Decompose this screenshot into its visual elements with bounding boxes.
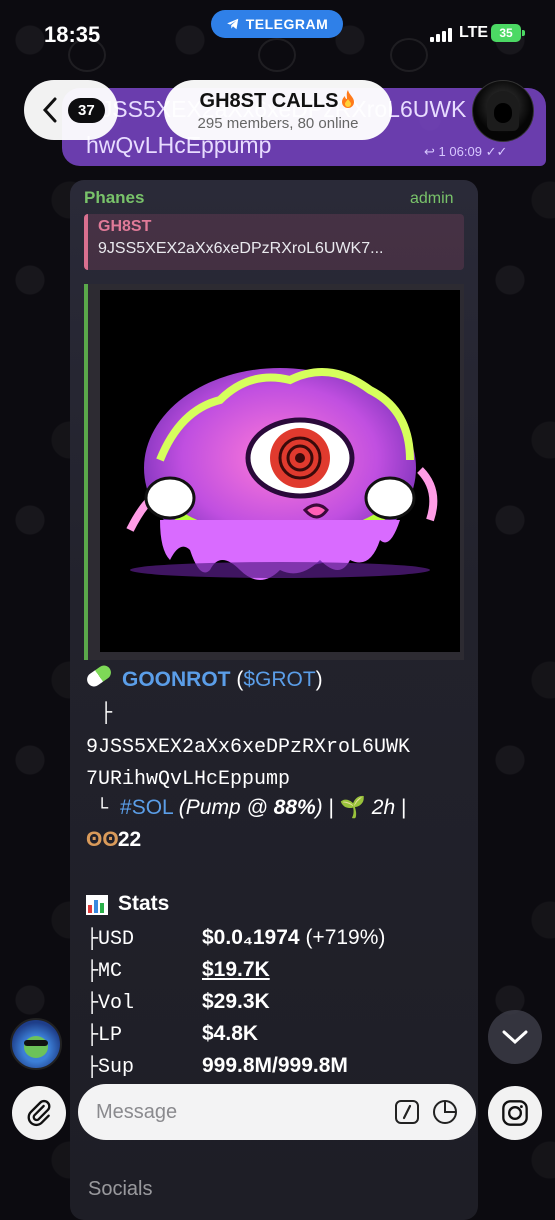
admin-badge: admin: [410, 190, 454, 207]
chat-header[interactable]: GH8ST CALLS 295 members, 80 online: [164, 80, 392, 140]
camera-icon: [502, 1100, 528, 1126]
seedling-icon: 🌱: [339, 796, 366, 819]
sender-name[interactable]: Phanes: [84, 188, 144, 208]
network-type: LTE: [459, 24, 489, 41]
token-image-preview[interactable]: [84, 284, 464, 660]
token-name-link[interactable]: GOONROT: [122, 668, 231, 691]
status-bar: 18:35 TELEGRAM LTE 35: [0, 0, 555, 72]
faded-header-icon: [258, 38, 296, 72]
scroll-to-bottom-button[interactable]: [488, 1010, 542, 1064]
chat-title-text: GH8ST CALLS: [199, 90, 339, 112]
stats-heading: Stats: [86, 892, 169, 916]
app-pill-label: TELEGRAM: [245, 16, 329, 32]
attach-button[interactable]: [12, 1086, 66, 1140]
stat-value: 999.8M/999.8M: [202, 1054, 348, 1077]
reply-quote[interactable]: GH8ST 9JSS5XEX2aXx6xeDPzRXroL6UWK7...: [84, 214, 464, 270]
bar-chart-icon: [86, 895, 108, 915]
contract-address-line1[interactable]: 9JSS5XEX2aXx6xeDPzRXroL6UWK: [86, 736, 410, 759]
eyes-icon: ʘʘ: [86, 828, 119, 851]
view-count: 22: [117, 828, 142, 851]
battery-icon: 35: [491, 24, 521, 42]
message-field[interactable]: [78, 1084, 476, 1140]
stat-key: ├Vol: [86, 992, 135, 1015]
pump-percent: 88%: [273, 796, 316, 819]
socials-heading: Socials: [88, 1178, 153, 1200]
signal-icon: [430, 28, 452, 42]
battery-tip: [522, 30, 525, 36]
token-age: 2h: [371, 796, 396, 819]
reply-arrow-icon: ↩: [424, 144, 435, 159]
stat-row-lp: ├LP $4.8K: [86, 1022, 258, 1047]
stat-key: ├MC: [86, 960, 123, 983]
ticker-link[interactable]: $GROT: [243, 668, 315, 691]
chain-line: └ #SOL (Pump @ 88%) | 🌱 2h |: [96, 796, 407, 821]
stat-change: (+719%): [299, 926, 386, 949]
fire-icon: [342, 90, 355, 108]
views-line: ʘʘ 22: [86, 828, 141, 852]
chain-hashtag[interactable]: #SOL: [120, 796, 173, 819]
double-check-icon: ✓✓: [485, 144, 508, 159]
stat-value: $0.0₄1974: [202, 926, 300, 949]
stats-title: Stats: [118, 892, 170, 915]
chat-subtitle: 295 members, 80 online: [197, 115, 359, 132]
stat-value: $29.3K: [202, 990, 270, 1013]
camera-button[interactable]: [488, 1086, 542, 1140]
tree-branch: ├: [100, 702, 113, 725]
chevron-left-icon: [42, 97, 57, 123]
token-image[interactable]: [100, 290, 460, 652]
reply-author: GH8ST: [98, 218, 152, 235]
unread-count-badge: 37: [68, 97, 105, 123]
message-input[interactable]: [94, 1084, 378, 1140]
paperclip-icon: [27, 1099, 51, 1127]
brain-eye-mascot-icon: [126, 368, 438, 580]
stat-value: $4.8K: [202, 1022, 259, 1045]
reply-count: 1: [438, 144, 446, 159]
chat-avatar[interactable]: [472, 80, 534, 142]
stat-row-sup: ├Sup 999.8M/999.8M: [86, 1054, 348, 1079]
message-time: 06:09: [449, 144, 482, 159]
stat-row-usd: ├USD $0.0₄1974 (+719%): [86, 926, 385, 951]
stat-key: ├Sup: [86, 1056, 135, 1079]
previous-message-meta: ↩ 1 06:09 ✓✓: [424, 144, 507, 160]
sender-avatar[interactable]: [10, 1018, 62, 1070]
back-button[interactable]: 37: [24, 80, 118, 140]
contract-address-line2[interactable]: 7URihwQvLHcEppump: [86, 768, 290, 791]
token-title-line: GOONROT ($GROT): [84, 662, 323, 692]
stat-key: ├LP: [86, 1024, 123, 1047]
sticker-icon[interactable]: [432, 1099, 458, 1125]
telegram-plane-icon: [226, 18, 238, 30]
chevron-down-icon: [502, 1030, 528, 1045]
pump-close: ): [315, 796, 323, 819]
return-to-telegram-pill[interactable]: TELEGRAM: [211, 10, 343, 38]
faded-header-icon: [390, 38, 428, 72]
bot-commands-icon[interactable]: [394, 1099, 420, 1125]
stat-key: ├USD: [86, 928, 135, 951]
pump-text: (Pump @: [178, 796, 274, 819]
stat-row-vol: ├Vol $29.3K: [86, 990, 270, 1015]
chat-title: GH8ST CALLS: [164, 89, 392, 113]
reply-text: 9JSS5XEX2aXx6xeDPzRXroL6UWK7...: [98, 240, 384, 257]
clock: 18:35: [44, 22, 101, 47]
market-cap-link[interactable]: $19.7K: [202, 958, 270, 981]
stat-row-mc: ├MC $19.7K: [86, 958, 270, 983]
